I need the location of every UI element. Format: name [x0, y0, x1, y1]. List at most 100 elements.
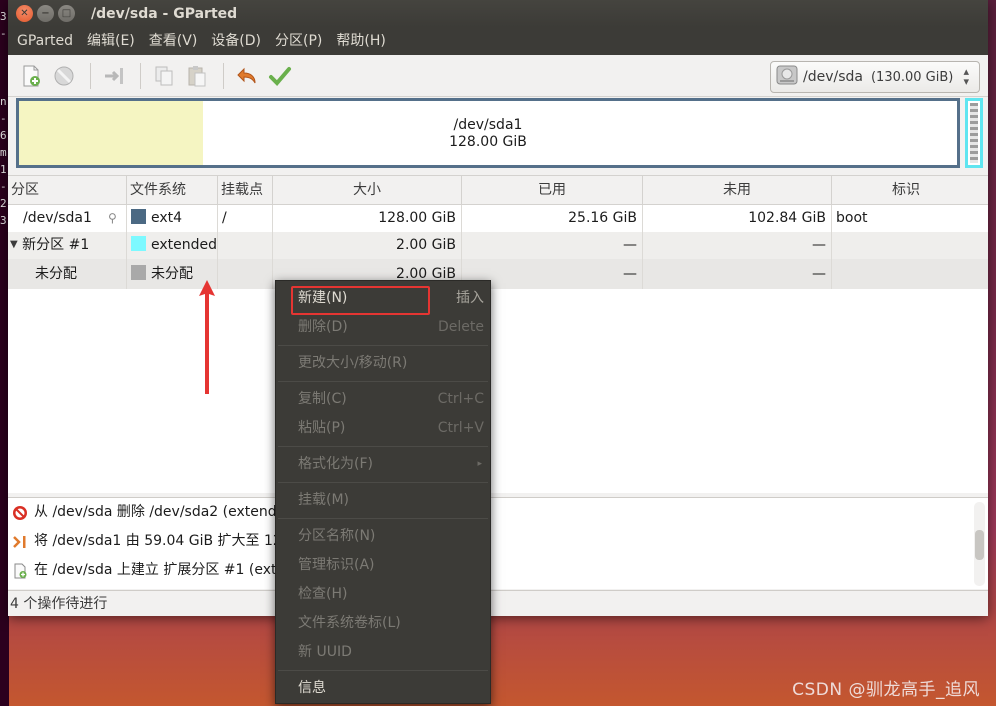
menu-help[interactable]: 帮助(H) [329, 27, 392, 55]
copy-icon[interactable] [149, 61, 179, 91]
toolbar: /dev/sda (130.00 GiB) ▴ ▾ [8, 55, 988, 97]
highlight-box [291, 286, 430, 315]
partition-graph-extended[interactable] [965, 98, 983, 168]
operation-text: 在 /dev/sda 上建立 扩展分区 #1 (ext [34, 562, 277, 578]
disk-icon [775, 63, 799, 91]
scrollbar-thumb[interactable] [975, 530, 984, 560]
partition-table: 分区 文件系统 挂载点 大小 已用 未用 标识 /dev/sda1 ⚲ ext4… [8, 175, 988, 493]
column-header-mountpoint[interactable]: 挂载点 [218, 176, 273, 205]
table-header: 分区 文件系统 挂载点 大小 已用 未用 标识 [8, 175, 988, 205]
partition-context-menu: 新建(N) 插入 删除(D) Delete 更改大小/移动(R) 复制(C) C… [275, 280, 491, 704]
menu-item-label: 新 UUID [298, 644, 352, 660]
menu-item-accel: Ctrl+C [437, 391, 484, 407]
menu-item-information[interactable]: 信息 [276, 674, 490, 703]
menu-item-label: 粘贴(P) [298, 420, 346, 436]
menu-item-label: 管理标识(A) [298, 557, 375, 573]
column-header-filesystem[interactable]: 文件系统 [127, 176, 218, 205]
menu-item-label: 检查(H) [298, 586, 348, 602]
column-header-size[interactable]: 大小 [273, 176, 462, 205]
menu-item-resize[interactable]: 更改大小/移动(R) [276, 349, 490, 378]
maximize-icon[interactable]: □ [58, 5, 75, 22]
menu-bar: GParted 编辑(E) 查看(V) 设备(D) 分区(P) 帮助(H) [8, 27, 988, 55]
new-icon[interactable] [16, 61, 46, 91]
status-bar: 4 个操作待进行 [8, 590, 988, 616]
minimize-icon[interactable]: − [37, 5, 54, 22]
list-item[interactable]: 将 /dev/sda1 由 59.04 GiB 扩大至 128 [8, 527, 988, 556]
partition-unused: — [643, 259, 832, 289]
list-item[interactable]: 在 /dev/sda 上建立 扩展分区 #1 (ext [8, 556, 988, 585]
menu-item-label: 复制(C) [298, 391, 347, 407]
partition-size: 2.00 GiB [273, 232, 462, 259]
column-header-used[interactable]: 已用 [462, 176, 643, 205]
menu-gparted[interactable]: GParted [10, 27, 80, 55]
menu-device[interactable]: 设备(D) [204, 27, 268, 55]
menu-item-manage-flags[interactable]: 管理标识(A) [276, 551, 490, 580]
menu-item-label: 文件系统卷标(L) [298, 615, 401, 631]
resize-icon[interactable] [99, 61, 129, 91]
title-bar[interactable]: ✕ − □ /dev/sda - GParted [8, 0, 988, 27]
delete-icon [10, 503, 30, 523]
apply-icon[interactable] [265, 61, 295, 91]
annotation-arrow [199, 280, 215, 394]
menu-item-accel: Ctrl+V [437, 420, 484, 436]
toolbar-separator [140, 62, 141, 89]
menu-item-new-uuid[interactable]: 新 UUID [276, 638, 490, 667]
menu-item-label-filesystem[interactable]: 文件系统卷标(L) [276, 609, 490, 638]
resize-icon [10, 532, 30, 552]
paste-icon[interactable] [182, 61, 212, 91]
mountpoint [218, 232, 273, 259]
menu-partition[interactable]: 分区(P) [268, 27, 329, 55]
filesystem-color-swatch [131, 236, 146, 251]
menu-separator [278, 345, 488, 346]
partition-flags: boot [836, 210, 868, 226]
device-label: /dev/sda [803, 69, 863, 85]
menu-separator [278, 381, 488, 382]
pending-operations-list[interactable]: 从 /dev/sda 删除 /dev/sda2 (extend 将 /dev/s… [8, 497, 988, 589]
menu-view[interactable]: 查看(V) [142, 27, 205, 55]
menu-item-delete[interactable]: 删除(D) Delete [276, 313, 490, 342]
partition-name: 未分配 [35, 266, 77, 282]
partition-flags [832, 232, 980, 259]
toolbar-separator [90, 62, 91, 89]
menu-item-paste[interactable]: 粘贴(P) Ctrl+V [276, 414, 490, 443]
partition-graph-sda1[interactable]: /dev/sda1 128.00 GiB [16, 98, 960, 168]
log-scrollbar[interactable] [974, 502, 985, 586]
undo-icon[interactable] [232, 61, 262, 91]
operation-text: 将 /dev/sda1 由 59.04 GiB 扩大至 128 [34, 533, 291, 549]
menu-item-check[interactable]: 检查(H) [276, 580, 490, 609]
menu-item-copy[interactable]: 复制(C) Ctrl+C [276, 385, 490, 414]
mountpoint: / [218, 205, 273, 232]
mountpoint [218, 259, 273, 289]
table-row[interactable]: /dev/sda1 ⚲ ext4 / 128.00 GiB 25.16 GiB … [8, 205, 988, 232]
menu-item-format[interactable]: 格式化为(F) ▸ [276, 450, 490, 479]
partition-unused: — [643, 232, 832, 259]
menu-item-accel: 插入 [456, 290, 484, 306]
close-icon[interactable]: ✕ [16, 5, 33, 22]
list-item[interactable]: 从 /dev/sda 删除 /dev/sda2 (extend [8, 498, 988, 527]
dropdown-arrow-icon: ▴ ▾ [963, 65, 969, 88]
partition-used: — [462, 232, 643, 259]
table-row-selected[interactable]: 未分配 未分配 2.00 GiB — — [8, 259, 988, 289]
filesystem-name: ext4 [151, 210, 183, 226]
menu-separator [278, 670, 488, 671]
pending-operations-count: 4 个操作待进行 [10, 596, 108, 612]
column-header-unused[interactable]: 未用 [643, 176, 832, 205]
key-icon: ⚲ [108, 211, 117, 225]
filesystem-name: extended [151, 237, 218, 253]
delete-icon[interactable] [49, 61, 79, 91]
filesystem-name: 未分配 [151, 266, 193, 282]
column-header-partition[interactable]: 分区 [8, 176, 127, 205]
device-selector[interactable]: /dev/sda (130.00 GiB) ▴ ▾ [770, 61, 980, 93]
menu-separator [278, 446, 488, 447]
column-header-flags[interactable]: 标识 [832, 176, 980, 205]
gparted-window: ✕ − □ /dev/sda - GParted GParted 编辑(E) 查… [8, 0, 988, 616]
menu-edit[interactable]: 编辑(E) [80, 27, 142, 55]
device-size: (130.00 GiB) [870, 69, 954, 85]
partition-name: /dev/sda1 [23, 210, 92, 226]
menu-item-mount[interactable]: 挂载(M) [276, 486, 490, 515]
menu-item-label: 分区名称(N) [298, 528, 376, 544]
menu-item-name-partition[interactable]: 分区名称(N) [276, 522, 490, 551]
new-icon [10, 561, 30, 581]
expander-arrow-icon[interactable]: ▼ [10, 239, 18, 250]
table-row[interactable]: ▼ 新分区 #1 extended 2.00 GiB — — [8, 232, 988, 259]
